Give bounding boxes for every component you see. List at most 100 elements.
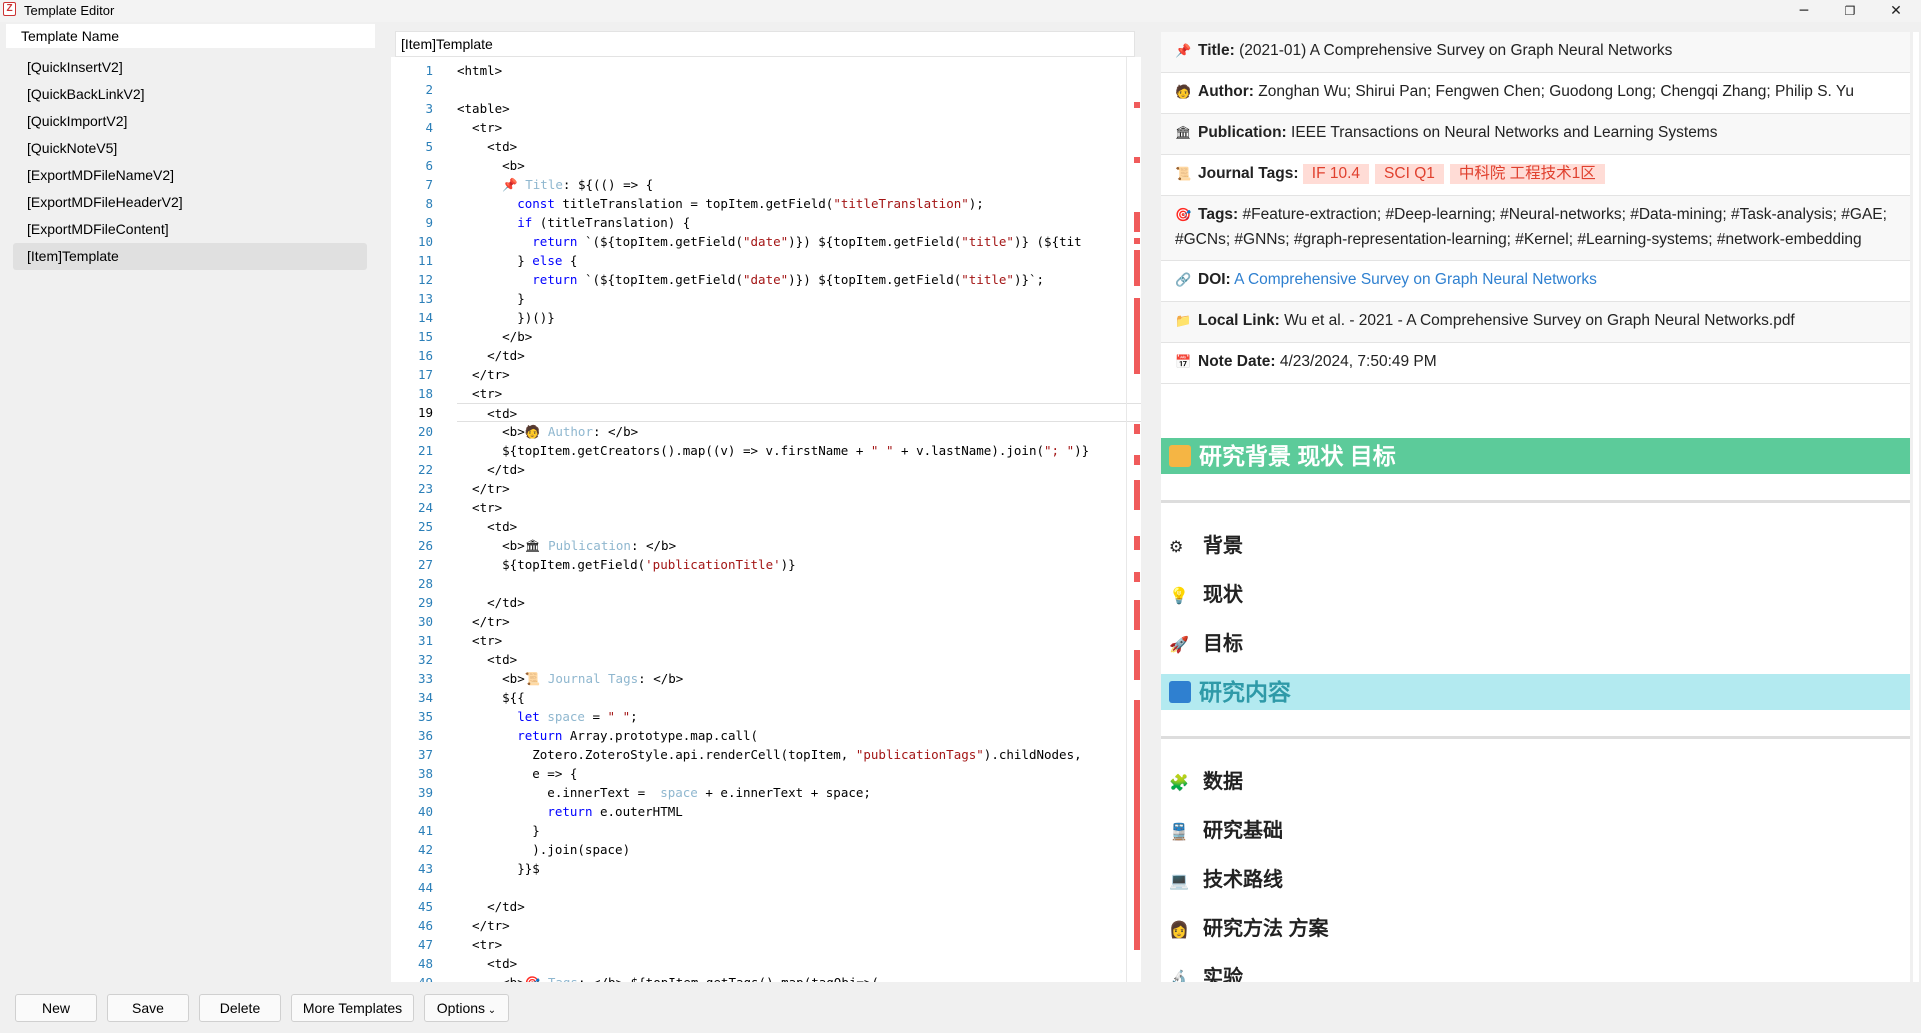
lightbulb-icon: 💡 bbox=[1169, 586, 1189, 605]
laptop-icon: 💻 bbox=[1169, 871, 1189, 890]
code-line[interactable]: const titleTranslation = topItem.getFiel… bbox=[457, 194, 1141, 213]
line-number: 21 bbox=[417, 443, 433, 458]
code-line[interactable]: </tr> bbox=[457, 916, 1141, 935]
line-number: 30 bbox=[417, 614, 433, 629]
code-line[interactable]: <b>📜 Journal Tags: </b> bbox=[457, 669, 1141, 688]
line-number: 23 bbox=[417, 481, 433, 496]
code-line[interactable]: return Array.prototype.map.call( bbox=[457, 726, 1141, 745]
code-line[interactable]: <tr> bbox=[457, 118, 1141, 137]
new-button[interactable]: New bbox=[15, 994, 97, 1022]
editor-error-markers bbox=[1131, 60, 1141, 980]
line-number: 14 bbox=[417, 310, 433, 325]
code-line[interactable]: return e.outerHTML bbox=[457, 802, 1141, 821]
options-button[interactable]: Options ⌄ bbox=[424, 994, 509, 1022]
line-number: 27 bbox=[417, 557, 433, 572]
code-line[interactable]: return `(${topItem.getField("date")}) ${… bbox=[457, 232, 1141, 251]
template-item[interactable]: [QuickInsertV2] bbox=[13, 54, 367, 81]
code-line[interactable]: </td> bbox=[457, 346, 1141, 365]
close-button[interactable]: ✕ bbox=[1873, 0, 1919, 22]
line-number: 9 bbox=[425, 215, 433, 230]
local-link[interactable]: Wu et al. - 2021 - A Comprehensive Surve… bbox=[1284, 312, 1795, 329]
code-line[interactable]: ${{ bbox=[457, 688, 1141, 707]
code-line[interactable]: <tr> bbox=[457, 631, 1141, 650]
code-line[interactable]: } else { bbox=[457, 251, 1141, 270]
code-line[interactable]: <td> bbox=[457, 650, 1141, 669]
code-line[interactable]: </tr> bbox=[457, 365, 1141, 384]
code-line[interactable]: <tr> bbox=[457, 935, 1141, 954]
code-line[interactable]: if (titleTranslation) { bbox=[457, 213, 1141, 232]
heading-background: ⚙ 背景 bbox=[1169, 535, 1243, 557]
journal-tag-badge: IF 10.4 bbox=[1302, 164, 1370, 184]
line-numbers: 1 2 3 4 5 6 7 8 9 10 11 12 13 14 15 16 17 18 19 20 21 22 23 24 2… bbox=[391, 61, 434, 982]
refresh-icon bbox=[1169, 681, 1191, 703]
template-item[interactable]: [QuickImportV2] bbox=[13, 108, 367, 135]
heading-data: 🧩 数据 bbox=[1169, 771, 1243, 793]
template-item[interactable]: [ExportMDFileNameV2] bbox=[13, 162, 367, 189]
line-number: 35 bbox=[417, 709, 433, 724]
preview-scrollbar[interactable] bbox=[1913, 32, 1919, 982]
code-lines[interactable]: <html> <table> <tr> <td> <b> 📌 Title: ${(… bbox=[457, 61, 1141, 982]
scroll-icon: 📜 bbox=[1175, 167, 1192, 182]
code-line[interactable]: let space = " "; bbox=[457, 707, 1141, 726]
code-line[interactable]: </td> bbox=[457, 593, 1141, 612]
doi-link[interactable]: A Comprehensive Survey on Graph Neural N… bbox=[1234, 271, 1597, 288]
template-item[interactable]: [ExportMDFileHeaderV2] bbox=[13, 189, 367, 216]
person-icon: 👩 bbox=[1169, 920, 1189, 939]
puzzle-icon: 🧩 bbox=[1169, 773, 1189, 792]
journal-tags-row: 📜 Journal Tags: IF 10.4 SCI Q1 中科院 工程技术1区 bbox=[1161, 155, 1910, 196]
code-line[interactable] bbox=[457, 80, 1141, 99]
code-line[interactable]: e.innerText = space + e.innerText + spac… bbox=[457, 783, 1141, 802]
template-item[interactable]: [QuickBackLinkV2] bbox=[13, 81, 367, 108]
code-line[interactable]: <b>🏛 Publication: </b> bbox=[457, 536, 1141, 555]
code-line[interactable]: </tr> bbox=[457, 612, 1141, 631]
code-editor[interactable]: 1 2 3 4 5 6 7 8 9 10 11 12 13 14 15 16 17 18 19 20 21 22 23 24 2… bbox=[391, 57, 1141, 982]
line-number: 39 bbox=[417, 785, 433, 800]
code-line[interactable]: <b>🧑 Author: </b> bbox=[457, 422, 1141, 441]
code-line[interactable]: ${topItem.getField('publicationTitle')} bbox=[457, 555, 1141, 574]
code-line[interactable]: Zotero.ZoteroStyle.api.renderCell(topIte… bbox=[457, 745, 1141, 764]
code-line[interactable]: <td> bbox=[457, 403, 1141, 422]
code-line[interactable]: <table> bbox=[457, 99, 1141, 118]
line-number: 6 bbox=[425, 158, 433, 173]
code-line[interactable]: <b> bbox=[457, 156, 1141, 175]
code-line[interactable]: </tr> bbox=[457, 479, 1141, 498]
restore-button[interactable]: ❐ bbox=[1827, 0, 1873, 22]
code-line[interactable]: <html> bbox=[457, 61, 1141, 80]
code-line[interactable]: ${topItem.getCreators().map((v) => v.fir… bbox=[457, 441, 1141, 460]
code-line[interactable]: }}$ bbox=[457, 859, 1141, 878]
code-line[interactable]: </td> bbox=[457, 897, 1141, 916]
code-line[interactable]: ).join(space) bbox=[457, 840, 1141, 859]
code-line[interactable]: <b>🎯 Tags: </b> ${topItem.getTags().map(… bbox=[457, 973, 1141, 982]
code-line[interactable]: })()} bbox=[457, 308, 1141, 327]
code-line[interactable]: e => { bbox=[457, 764, 1141, 783]
train-icon: 🚆 bbox=[1169, 822, 1189, 841]
app-logo-icon: Z bbox=[3, 2, 16, 16]
line-number: 11 bbox=[417, 253, 433, 268]
code-line[interactable]: <td> bbox=[457, 954, 1141, 973]
code-line[interactable]: <td> bbox=[457, 137, 1141, 156]
line-number: 28 bbox=[417, 576, 433, 591]
save-button[interactable]: Save bbox=[107, 994, 189, 1022]
code-line[interactable]: } bbox=[457, 289, 1141, 308]
template-name-input[interactable]: [Item]Template bbox=[395, 31, 1135, 57]
minimize-button[interactable]: ─ bbox=[1781, 0, 1827, 22]
editor-scrollbar[interactable] bbox=[1126, 57, 1127, 982]
template-item-selected[interactable]: [Item]Template bbox=[13, 243, 367, 270]
code-line[interactable]: return `(${topItem.getField("date")}) ${… bbox=[457, 270, 1141, 289]
code-line[interactable]: </b> bbox=[457, 327, 1141, 346]
line-number: 18 bbox=[417, 386, 433, 401]
template-item[interactable]: [ExportMDFileContent] bbox=[13, 216, 367, 243]
window-title: Template Editor bbox=[24, 3, 115, 18]
delete-button[interactable]: Delete bbox=[199, 994, 281, 1022]
code-line[interactable]: } bbox=[457, 821, 1141, 840]
more-templates-button[interactable]: More Templates bbox=[291, 994, 414, 1022]
template-item[interactable]: [QuickNoteV5] bbox=[13, 135, 367, 162]
line-number: 3 bbox=[425, 101, 433, 116]
code-line[interactable]: 📌 Title: ${(() => { bbox=[457, 175, 1141, 194]
code-line[interactable] bbox=[457, 878, 1141, 897]
code-line[interactable]: <tr> bbox=[457, 498, 1141, 517]
code-line[interactable]: <tr> bbox=[457, 384, 1141, 403]
code-line[interactable] bbox=[457, 574, 1141, 593]
code-line[interactable]: </td> bbox=[457, 460, 1141, 479]
code-line[interactable]: <td> bbox=[457, 517, 1141, 536]
